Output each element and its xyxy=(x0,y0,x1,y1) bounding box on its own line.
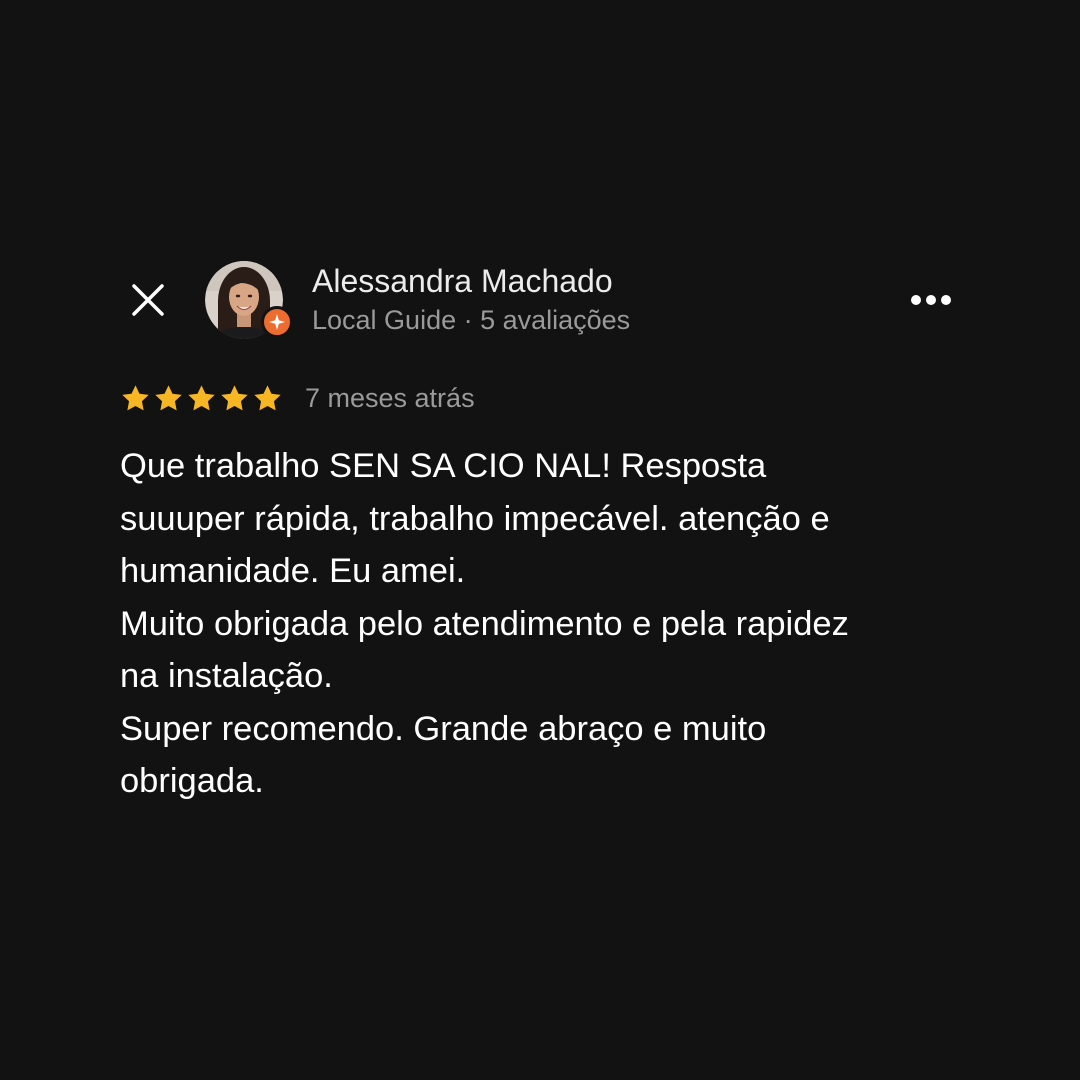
star-icon xyxy=(155,384,182,410)
close-button[interactable] xyxy=(124,276,172,324)
star-icon xyxy=(122,384,149,410)
more-options-icon xyxy=(911,295,951,305)
review-time: 7 meses atrás xyxy=(305,383,475,413)
review-card: Alessandra Machado Local Guide · 5 avali… xyxy=(0,0,1080,1080)
review-line: suuuper rápida, trabalho impecável. aten… xyxy=(120,499,830,538)
star-icon xyxy=(221,384,248,410)
close-icon xyxy=(132,284,164,316)
reviewer-name[interactable]: Alessandra Machado xyxy=(312,262,613,300)
star-icon xyxy=(254,384,281,410)
review-line: humanidade. Eu amei. xyxy=(120,552,466,590)
reviewer-meta[interactable]: Local Guide · 5 avaliações xyxy=(312,303,630,337)
star-rating xyxy=(120,383,285,414)
review-line: na instalação. xyxy=(120,657,333,695)
review-text: Que trabalho SEN SA CIO NAL! Resposta suu… xyxy=(120,440,980,808)
review-line: Que trabalho SEN SA CIO NAL! Resposta xyxy=(120,447,767,485)
local-guide-star-icon xyxy=(269,314,285,330)
more-options-button[interactable] xyxy=(904,282,958,318)
review-line: Muito obrigada pelo atendimento e pela r… xyxy=(120,604,849,643)
avatar[interactable] xyxy=(205,261,293,339)
review-line: Super recomendo. Grande abraço e muito xyxy=(120,709,767,748)
local-guide-badge xyxy=(261,306,293,338)
star-icon xyxy=(188,384,215,410)
review-line: obrigada. xyxy=(120,762,264,800)
rating-row: 7 meses atrás xyxy=(120,380,475,416)
